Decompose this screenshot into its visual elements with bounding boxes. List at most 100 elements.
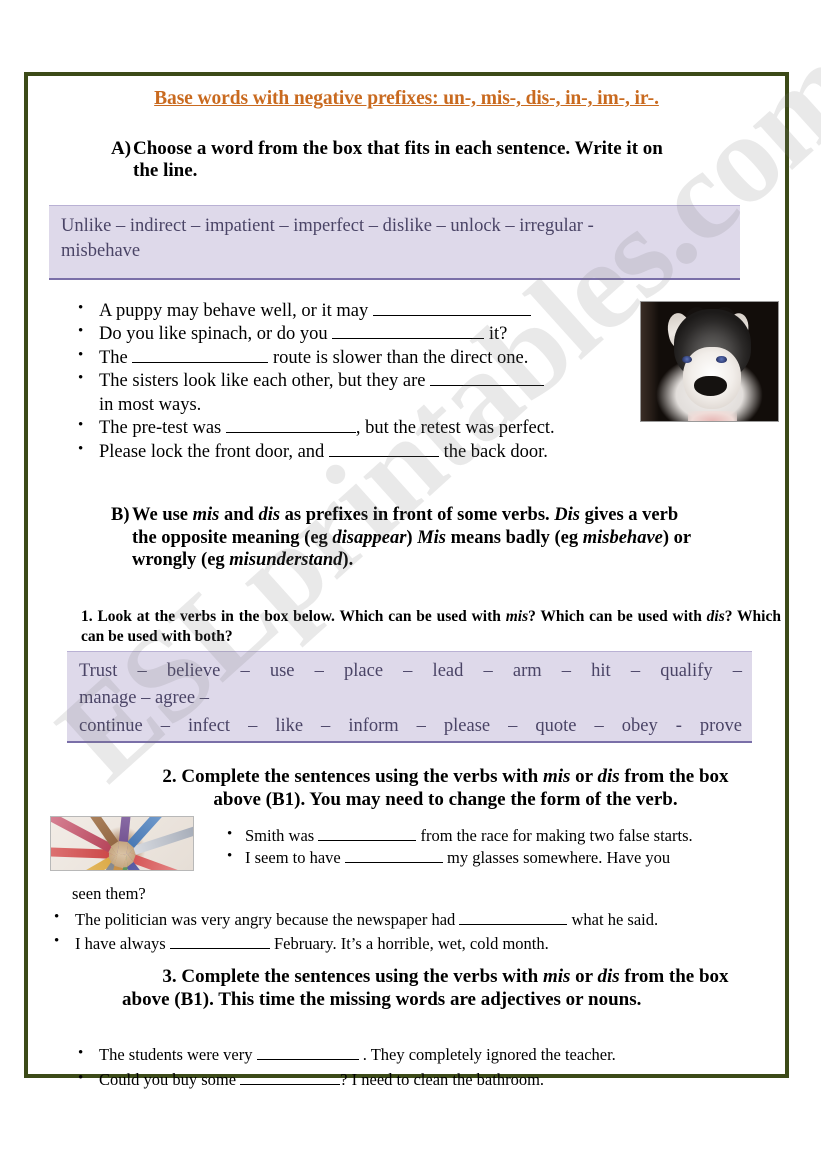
list-item: The route is slower than the direct one.: [72, 346, 672, 370]
task-b-line2: the opposite meaning (eg disappear) Mis …: [132, 527, 779, 550]
task-b-heading: B) We use mis and dis as prefixes in fron…: [111, 504, 779, 572]
b1-text-b: ? Which can be used with: [528, 608, 707, 625]
task-b-l1a: We use: [132, 505, 193, 525]
answer-blank[interactable]: [132, 361, 269, 363]
task-b-l3b: ).: [342, 550, 354, 571]
answer-blank[interactable]: [328, 455, 439, 457]
sentence-pre: Please lock the front door, and: [99, 441, 329, 462]
task-a-sentence-list: A puppy may behave well, or it may Do yo…: [72, 299, 672, 464]
task-b-em-misbehave: misbehave: [582, 527, 663, 548]
task-b-em-Mis: Mis: [417, 527, 447, 548]
list-item: Do you like spinach, or do you it?: [72, 322, 672, 346]
list-item: Could you buy some ? I need to clean the…: [72, 1067, 772, 1093]
b3-head-a: 3. Complete the sentences using the verb…: [162, 966, 543, 987]
task-a-text: Choose a word from the box that fits in …: [133, 138, 663, 159]
answer-blank[interactable]: [318, 840, 417, 841]
task-b-l3a: wrongly (eg: [132, 550, 230, 571]
task-b-em-Dis: Dis: [554, 505, 580, 525]
task-b1-instruction: 1. Look at the verbs in the box below. W…: [81, 607, 781, 647]
sentence-post: , but the retest was perfect.: [355, 418, 555, 439]
wordbank-b1-line1: Trust – believe – use – place – lead – a…: [79, 661, 742, 681]
wordbank-a-line2: misbehave: [61, 240, 141, 261]
list-item: I seem to have my glasses somewhere. Hav…: [221, 846, 777, 869]
sentence-post: February. It’s a horrible, wet, cold mon…: [269, 933, 549, 953]
task-b-l1b: and: [219, 505, 259, 525]
task-b-l2d: ) or: [662, 527, 692, 548]
worksheet-inner: Base words with negative prefixes: un-, …: [28, 88, 785, 1089]
sentence-post: ? I need to clean the bathroom.: [340, 1069, 545, 1089]
b2-head-b: or: [570, 766, 598, 787]
list-item: Please lock the front door, and the back…: [72, 440, 672, 464]
b3-em-dis: dis: [597, 966, 620, 987]
task-b-l1d: gives a verb: [579, 505, 679, 525]
puppy-eye-left: [682, 355, 693, 363]
b2-head-c: from the box: [619, 766, 729, 787]
sentence-pre: Could you buy some: [99, 1069, 241, 1089]
sentence-pre: I seem to have: [245, 848, 345, 868]
sentence-post: route is slower than the direct one.: [268, 347, 529, 368]
answer-blank[interactable]: [240, 1083, 341, 1085]
list-item: The sisters look like each other, but th…: [72, 369, 672, 417]
task-b-em-dis: dis: [258, 505, 281, 525]
b3-em-mis: mis: [542, 966, 571, 987]
b3-head-line2: above (B1). This time the missing words …: [122, 988, 642, 1010]
answer-blank[interactable]: [256, 1059, 359, 1060]
sentence-post: it?: [484, 324, 508, 345]
list-item: The students were very . They completely…: [72, 1042, 772, 1068]
puppy-chest: [687, 411, 737, 421]
pencils-wheel: [51, 817, 193, 870]
page-title: Base words with negative prefixes: un-, …: [154, 88, 659, 109]
colored-pencils-photo: [50, 816, 194, 871]
wordbank-a-line1: Unlike – indirect – impatient – imperfec…: [61, 216, 594, 236]
b2-head-a: 2. Complete the sentences using the verb…: [162, 766, 543, 787]
task-b-l2b: ): [406, 527, 418, 548]
answer-blank[interactable]: [225, 432, 356, 434]
task-b-l1c: as prefixes in front of some verbs.: [280, 505, 555, 525]
list-item: The politician was very angry because th…: [48, 907, 778, 932]
answer-blank[interactable]: [430, 385, 545, 387]
sentence-pre: The sisters look like each other, but th…: [99, 371, 431, 392]
task-b-em-misunderstand: misunderstand: [229, 550, 343, 571]
answer-blank[interactable]: [169, 947, 270, 949]
task-b-l2c: means badly (eg: [446, 527, 583, 548]
task-b3-sentence-list: The students were very . They completely…: [72, 1042, 772, 1093]
answer-blank[interactable]: [332, 338, 485, 340]
sentence-post: . They completely ignored the teacher.: [358, 1045, 616, 1064]
task-b3-heading: 3. Complete the sentences using the verb…: [113, 966, 778, 1012]
wordbank-b1-line2: manage – agree –: [79, 688, 209, 709]
b2-em-mis: mis: [542, 766, 571, 787]
b2-em-dis: dis: [597, 766, 620, 787]
task-a-heading: A) Choose a word from the box that fits i…: [111, 138, 771, 183]
worksheet-sheet: Base words with negative prefixes: un-, …: [24, 72, 789, 1089]
sentence-post: my glasses somewhere. Have you: [442, 848, 671, 868]
task-b2-sentence-list: The politician was very angry because th…: [48, 907, 778, 956]
sentence-pre: A puppy may behave well, or it may: [99, 301, 373, 321]
task-b2-heading: 2. Complete the sentences using the verb…: [113, 766, 778, 812]
answer-blank[interactable]: [459, 924, 568, 925]
task-b-line3: wrongly (eg misunderstand).: [132, 549, 779, 572]
task-b-l2a: the opposite meaning (eg: [132, 527, 333, 548]
b2-head-line2: above (B1). You may need to change the f…: [213, 788, 678, 810]
answer-blank[interactable]: [372, 315, 531, 316]
sentence-pre: The: [99, 347, 133, 368]
puppy-eye-right: [716, 355, 727, 363]
b3-head-b: or: [570, 966, 598, 987]
task-a-text-line2: the line.: [133, 160, 198, 182]
sentence-post: what he said.: [567, 910, 659, 929]
husky-puppy-photo: [640, 301, 779, 422]
b1-text-a: 1. Look at the verbs in the box below. W…: [81, 608, 506, 625]
answer-blank[interactable]: [344, 862, 443, 864]
b3-head-c: from the box: [619, 966, 729, 987]
sentence-pre: Do you like spinach, or do you: [99, 324, 333, 345]
task-b-em-disappear: disappear: [332, 527, 407, 548]
task-b2-sentence-continuation: seen them?: [72, 884, 146, 903]
wordbank-a: Unlike – indirect – impatient – imperfec…: [49, 205, 740, 280]
task-b-em-mis: mis: [192, 505, 220, 525]
b1-em-dis: dis: [706, 608, 725, 625]
list-item: Smith was from the race for making two f…: [221, 824, 777, 847]
task-b2-sentence-list-indented: Smith was from the race for making two f…: [221, 824, 777, 870]
sentence-post: from the race for making two false start…: [416, 826, 693, 845]
task-b-label: B): [111, 505, 130, 525]
sentence-pre: The pre-test was: [99, 418, 226, 439]
sentence-continuation: in most ways.: [99, 394, 202, 415]
